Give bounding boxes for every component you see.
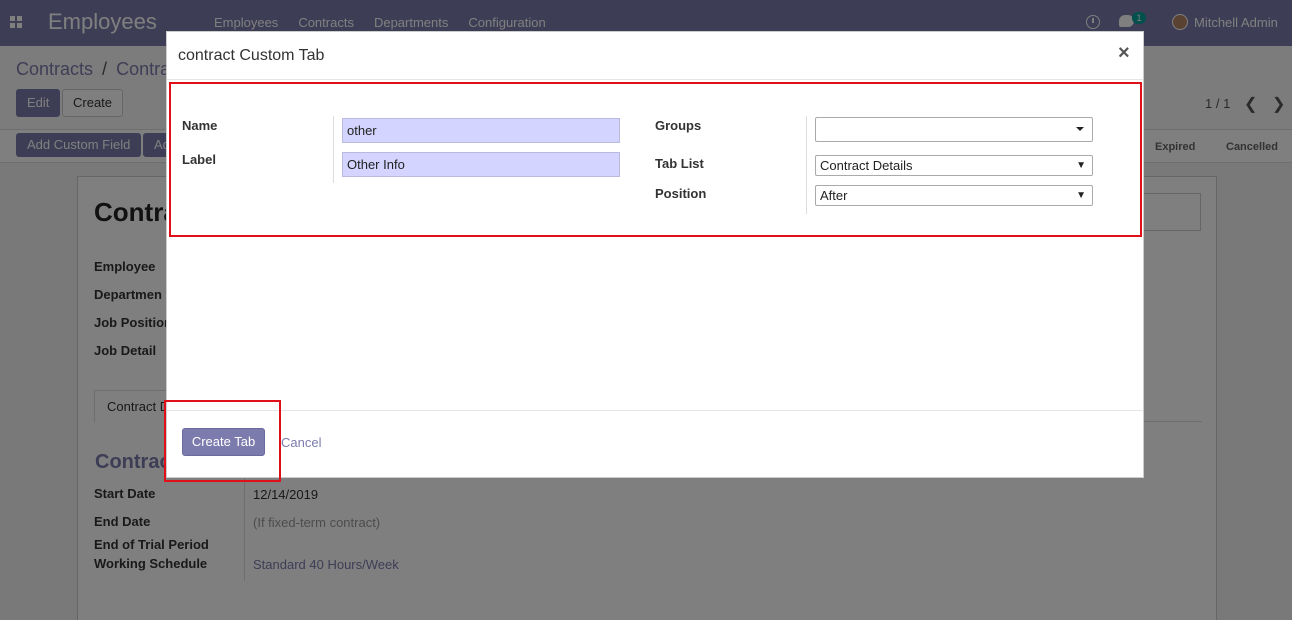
- groups-select[interactable]: [815, 117, 1093, 142]
- name-label: Name: [182, 118, 218, 133]
- button-highlight-box: [164, 400, 281, 482]
- dialog-title: contract Custom Tab: [178, 47, 325, 64]
- position-select[interactable]: After ▼: [815, 185, 1093, 206]
- label-input[interactable]: [342, 152, 620, 177]
- position-value: After: [820, 188, 848, 203]
- dialog-footer: Create Tab Cancel: [167, 410, 1143, 478]
- right-column-divider: [806, 116, 807, 214]
- cancel-button[interactable]: Cancel: [281, 435, 321, 450]
- chevron-down-icon: ▼: [1076, 160, 1086, 171]
- chevron-down-icon: ▼: [1076, 190, 1086, 201]
- name-input[interactable]: [342, 118, 620, 143]
- position-label: Position: [655, 186, 707, 201]
- chevron-down-icon: [1076, 127, 1084, 131]
- label-label: Label: [182, 152, 216, 167]
- groups-label: Groups: [655, 118, 702, 133]
- custom-tab-dialog: contract Custom Tab × Name Label Groups …: [166, 31, 1144, 478]
- tab-list-value: Contract Details: [820, 158, 913, 173]
- tab-list-select[interactable]: Contract Details ▼: [815, 155, 1093, 176]
- close-icon[interactable]: ×: [1118, 42, 1130, 65]
- dialog-header: contract Custom Tab ×: [167, 32, 1143, 80]
- left-column-divider: [333, 116, 334, 183]
- tab-list-label: Tab List: [655, 156, 704, 171]
